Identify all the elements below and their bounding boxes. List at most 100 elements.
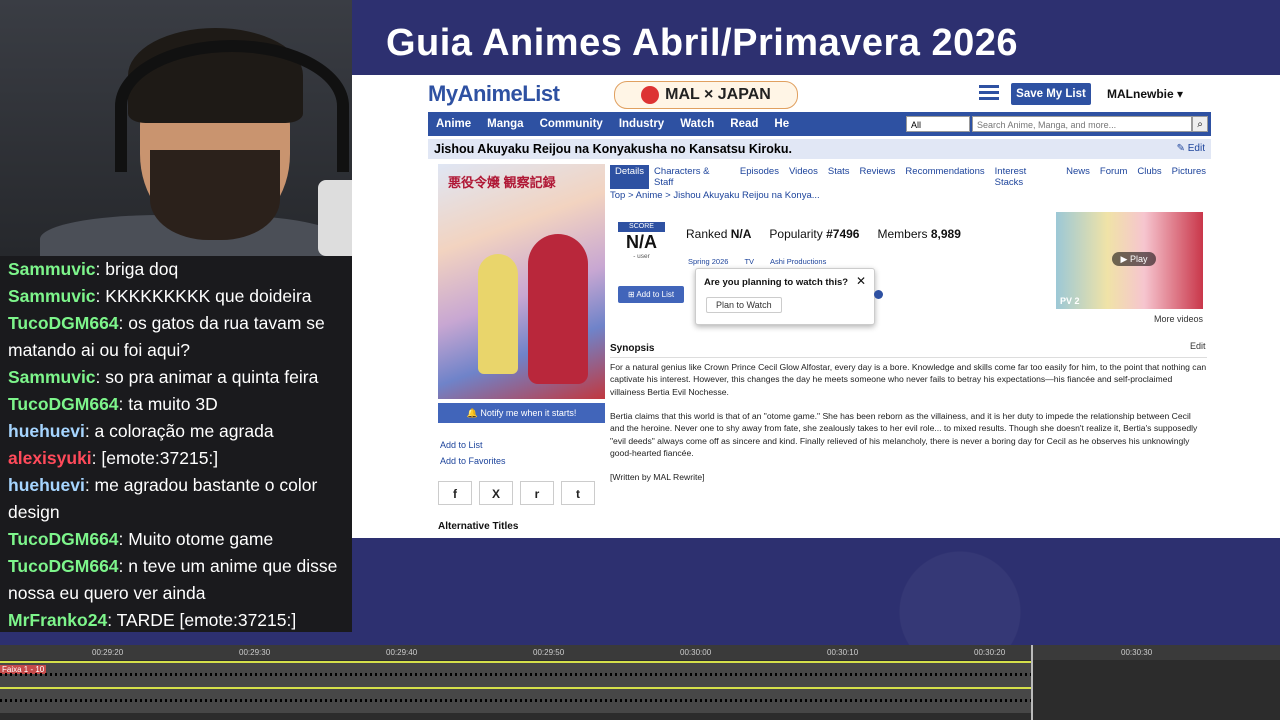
score-label: SCORE <box>618 222 665 232</box>
tab-item[interactable]: Pictures <box>1167 165 1211 189</box>
chat-text: : TARDE [emote:37215:] <box>107 610 297 630</box>
tab-item[interactable]: Characters & Staff <box>649 165 735 189</box>
chat-username[interactable]: alexisyuki <box>8 448 92 468</box>
waveform <box>0 673 1032 676</box>
chat-message: TucoDGM664: os gatos da rua tavam se mat… <box>8 310 344 364</box>
chat-message: MrFranko24: TARDE [emote:37215:] <box>8 607 344 632</box>
score-value: N/A <box>626 232 657 252</box>
popularity-stat: Popularity #7496 <box>769 227 860 241</box>
notify-button[interactable]: 🔔 Notify me when it starts! <box>438 403 605 423</box>
side-add-to-list-link[interactable]: Add to List <box>440 440 483 450</box>
share-button[interactable]: t <box>561 481 595 505</box>
nav-item[interactable]: Industry <box>611 118 672 130</box>
share-button[interactable]: r <box>520 481 554 505</box>
nav-item[interactable]: Community <box>532 118 611 130</box>
anime-title-bar: Jishou Akuyaku Reijou na Konyakusha no K… <box>428 139 1211 159</box>
time-ruler[interactable]: 00:29:20 00:29:30 00:29:40 00:29:50 00:30:00… <box>0 645 1280 660</box>
tab-item[interactable]: Interest Stacks <box>990 165 1062 189</box>
user-menu[interactable]: MALnewbie ▾ <box>1107 87 1183 101</box>
tab-item[interactable]: Forum <box>1095 165 1132 189</box>
chat-username[interactable]: Sammuvic <box>8 367 96 387</box>
stats-row: Ranked N/A Popularity #7496 Members 8,98… <box>686 227 961 241</box>
chat-message: alexisyuki: [emote:37215:] <box>8 445 344 472</box>
tab-item[interactable]: News <box>1061 165 1095 189</box>
nav-item[interactable]: Manga <box>479 118 531 130</box>
chat-text: : Muito otome game <box>118 529 274 549</box>
chat-message: TucoDGM664: n teve um anime que disse no… <box>8 553 344 607</box>
chat-message: huehuevi: me agradou bastante o color de… <box>8 472 344 526</box>
season-link[interactable]: Spring 2026 <box>688 257 728 266</box>
search-category-select[interactable]: All <box>906 116 970 132</box>
audio-track-2[interactable] <box>0 687 1032 713</box>
site-logo[interactable]: MyAnimeList <box>428 81 560 107</box>
search-input[interactable]: Search Anime, Manga, and more... <box>972 116 1192 132</box>
studio-link[interactable]: Ashi Productions <box>770 257 826 266</box>
mal-page: MyAnimeList MAL × JAPAN Save My List MAL… <box>428 75 1211 538</box>
microphone-icon <box>318 180 352 256</box>
nav-item[interactable]: Read <box>722 118 766 130</box>
chat-text: : so pra animar a quinta feira <box>95 367 319 387</box>
chat-message: Sammuvic: so pra animar a quinta feira <box>8 364 344 391</box>
tab-item[interactable]: Episodes <box>735 165 784 189</box>
tab-item[interactable]: Stats <box>823 165 855 189</box>
synopsis-paragraph-2: Bertia claims that this world is that of… <box>610 411 1198 458</box>
tab-item[interactable]: Recommendations <box>900 165 989 189</box>
score-box: SCORE N/A - user <box>618 222 665 260</box>
share-button[interactable]: X <box>479 481 513 505</box>
video-editor-timeline[interactable]: 00:29:20 00:29:30 00:29:40 00:29:50 00:30:00… <box>0 645 1280 720</box>
tab-item[interactable]: Clubs <box>1132 165 1166 189</box>
japan-flag-icon <box>641 86 660 104</box>
nav-item[interactable]: Watch <box>672 118 722 130</box>
menu-icon[interactable] <box>979 85 999 101</box>
alternative-titles-heading: Alternative Titles <box>438 521 519 532</box>
add-to-list-button[interactable]: ⊞ Add to List <box>618 286 684 303</box>
play-button[interactable]: ▶ Play <box>1112 252 1156 266</box>
close-icon[interactable]: ✕ <box>856 274 866 288</box>
members-stat: Members 8,989 <box>877 227 961 241</box>
plan-to-watch-button[interactable]: Plan to Watch <box>706 297 782 313</box>
side-add-to-favorites-link[interactable]: Add to Favorites <box>440 456 506 466</box>
anime-poster[interactable]: 悪役令嬢 観察記録 <box>438 164 605 399</box>
timecode-label: 00:30:00 <box>680 648 712 657</box>
headset-icon <box>115 40 349 172</box>
chat-message: Sammuvic: briga doq <box>8 256 344 283</box>
tab-item[interactable]: Videos <box>784 165 823 189</box>
search-icon[interactable]: ⌕ <box>1192 116 1208 132</box>
chat-username[interactable]: MrFranko24 <box>8 610 107 630</box>
chat-username[interactable]: TucoDGM664 <box>8 556 119 576</box>
chat-username[interactable]: TucoDGM664 <box>8 394 119 414</box>
chat-username[interactable]: huehuevi <box>8 421 85 441</box>
chat-username[interactable]: TucoDGM664 <box>8 313 119 333</box>
synopsis-heading: Synopsis <box>610 343 655 354</box>
promo-video-thumbnail[interactable]: ▶ Play PV 2 <box>1056 212 1203 309</box>
timecode-label: 00:30:20 <box>974 648 1006 657</box>
more-videos-link[interactable]: More videos <box>1154 314 1203 324</box>
promo-banner[interactable]: MAL × JAPAN <box>614 81 798 109</box>
save-my-list-button[interactable]: Save My List <box>1011 83 1091 105</box>
tab-item[interactable]: Details <box>610 165 650 189</box>
nav-item[interactable]: Anime <box>428 118 479 130</box>
chat-username[interactable]: Sammuvic <box>8 286 96 306</box>
detail-tabs: Details Characters & Staff Episodes Videos S… <box>610 165 1211 189</box>
plus-icon[interactable] <box>874 290 883 299</box>
share-button[interactable]: f <box>438 481 472 505</box>
chat-username[interactable]: huehuevi <box>8 475 85 495</box>
tab-item[interactable]: Reviews <box>855 165 901 189</box>
timecode-label: 00:29:20 <box>92 648 124 657</box>
chat-username[interactable]: TucoDGM664 <box>8 529 119 549</box>
synopsis-edit-link[interactable]: Edit <box>1190 341 1206 351</box>
breadcrumb[interactable]: Top > Anime > Jishou Akuyaku Reijou na K… <box>610 190 820 201</box>
chat-text: : ta muito 3D <box>118 394 218 414</box>
audio-track-1[interactable]: Faixa 1 - 10 <box>0 661 1032 687</box>
nav-item[interactable]: He <box>766 118 797 130</box>
chat-username[interactable]: Sammuvic <box>8 259 96 279</box>
edit-link[interactable]: ✎ Edit <box>1177 139 1205 159</box>
playhead[interactable] <box>1031 645 1033 720</box>
poster-title: 悪役令嬢 観察記録 <box>448 175 556 190</box>
score-users: - user <box>633 253 650 260</box>
type-link[interactable]: TV <box>744 257 754 266</box>
poster-figure-red <box>528 234 588 384</box>
chat-text: : [emote:37215:] <box>91 448 219 468</box>
synopsis-paragraph-1: For a natural genius like Crown Prince C… <box>610 362 1207 397</box>
timecode-label: 00:30:10 <box>827 648 859 657</box>
